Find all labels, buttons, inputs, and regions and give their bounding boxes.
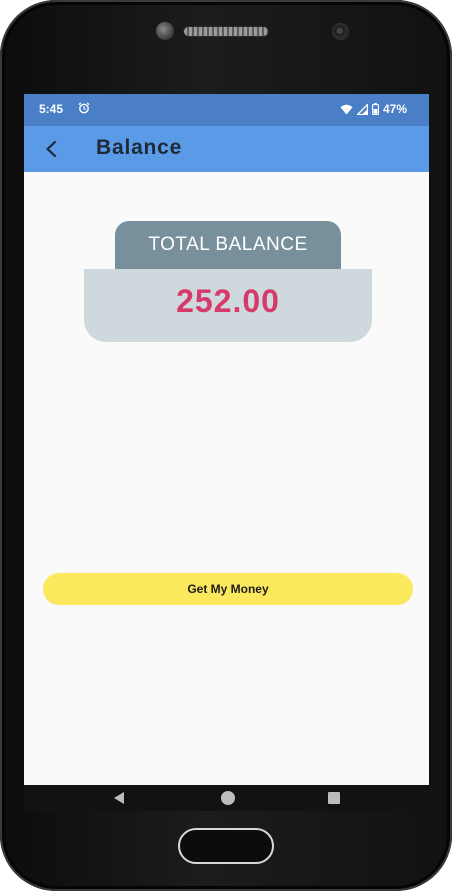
status-icons: 47% [340,102,407,116]
battery-icon [372,103,379,115]
page-title: Balance [96,136,183,159]
proximity-sensor [156,22,174,40]
front-camera [333,24,348,39]
signal-icon [356,103,368,115]
phone-frame: 5:45 47% Balance TOTAL BALANCE 252.00 Ge… [0,0,452,891]
hardware-home-button[interactable] [178,828,274,864]
alarm-icon [78,102,90,114]
balance-amount: 252.00 [176,283,280,319]
nav-home-icon[interactable] [221,791,235,805]
battery-percent: 47% [382,102,407,116]
back-arrow-icon [46,140,57,158]
screen: 5:45 47% Balance TOTAL BALANCE 252.00 Ge… [24,94,429,811]
app-bar: Balance [24,126,429,172]
wifi-icon [340,104,353,115]
get-my-money-button[interactable]: Get My Money [43,573,413,605]
earpiece-speaker [184,27,268,36]
balance-card-body: 252.00 [84,269,372,342]
nav-recents-icon[interactable] [328,792,340,804]
back-button[interactable] [38,136,64,162]
balance-card: TOTAL BALANCE 252.00 [84,221,372,342]
status-time: 5:45 [39,102,64,116]
status-bar: 5:45 47% [24,94,429,126]
nav-back-icon[interactable] [112,791,126,805]
total-balance-label: TOTAL BALANCE [115,221,341,269]
system-nav-bar [24,785,429,811]
